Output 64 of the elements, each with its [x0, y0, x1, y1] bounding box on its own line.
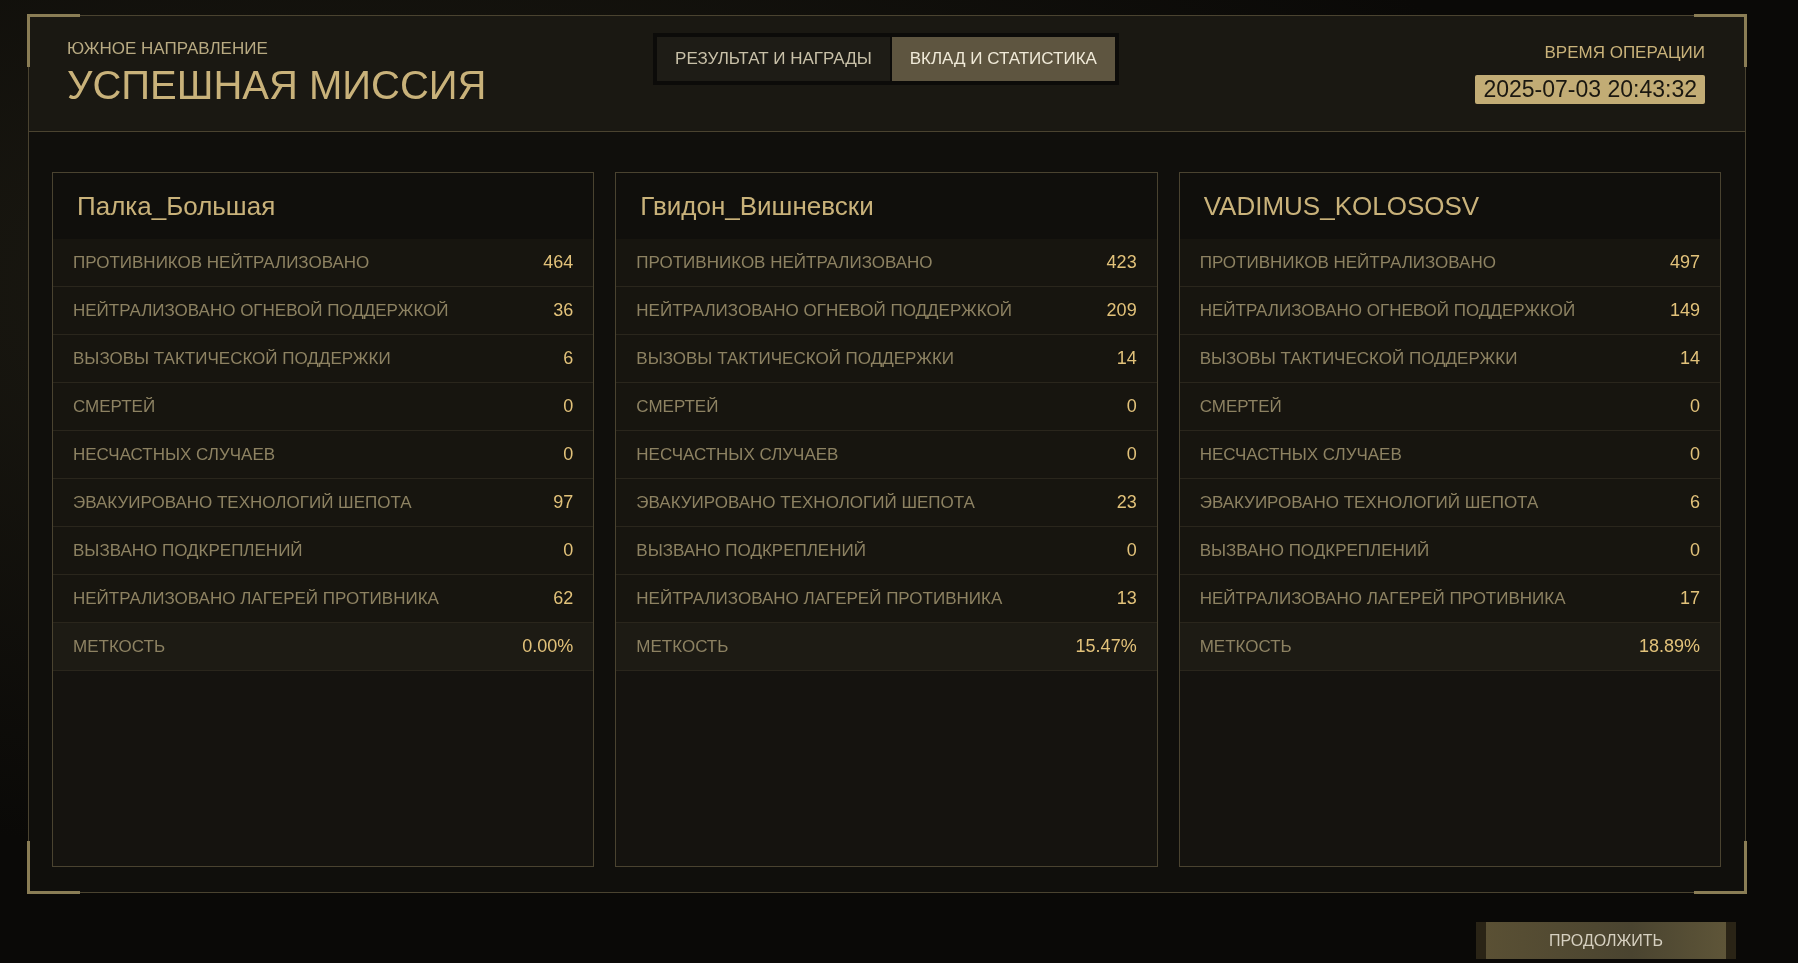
tab[interactable]: ВКЛАД И СТАТИСТИКА [891, 36, 1115, 81]
stat-label: НЕСЧАСТНЫХ СЛУЧАЕВ [636, 444, 839, 465]
stat-value: 209 [1106, 300, 1137, 321]
stat-label: МЕТКОСТЬ [636, 636, 729, 657]
stat-value: 6 [1689, 492, 1700, 513]
mission-region: ЮЖНОЕ НАПРАВЛЕНИЕ [67, 39, 269, 59]
stat-value: 497 [1669, 252, 1700, 273]
stat-value: 0 [1689, 540, 1700, 561]
stat-label: МЕТКОСТЬ [1199, 636, 1292, 657]
stat-label: СМЕРТЕЙ [1199, 396, 1282, 417]
stat-label: НЕЙТРАЛИЗОВАНО ЛАГЕРЕЙ ПРОТИВНИКА [1199, 588, 1566, 609]
stat-label: НЕСЧАСТНЫХ СЛУЧАЕВ [73, 444, 276, 465]
stat-value: 18.89% [1638, 636, 1700, 657]
player-name: Палка_Большая [53, 173, 594, 239]
stat-label: НЕЙТРАЛИЗОВАНО ОГНЕВОЙ ПОДДЕРЖКОЙ [1199, 300, 1576, 321]
stat-label: ВЫЗОВЫ ТАКТИЧЕСКОЙ ПОДДЕРЖКИ [1199, 348, 1518, 369]
stat-value: 0 [563, 540, 574, 561]
stat-value: 464 [543, 252, 574, 273]
stat-value: 36 [553, 300, 574, 321]
mission-title: УСПЕШНАЯ МИССИЯ [67, 63, 488, 108]
stat-label: ЭВАКУИРОВАНО ТЕХНОЛОГИЙ ШЕПОТА [636, 492, 975, 513]
stat-value: 0 [1126, 396, 1137, 417]
stat-value: 0 [1126, 540, 1137, 561]
stat-label: ВЫЗОВЫ ТАКТИЧЕСКОЙ ПОДДЕРЖКИ [636, 348, 954, 369]
stat-value: 23 [1116, 492, 1137, 513]
stat-label: НЕЙТРАЛИЗОВАНО ЛАГЕРЕЙ ПРОТИВНИКА [73, 588, 439, 609]
stat-label: ЭВАКУИРОВАНО ТЕХНОЛОГИЙ ШЕПОТА [1199, 492, 1539, 513]
stat-label: ЭВАКУИРОВАНО ТЕХНОЛОГИЙ ШЕПОТА [73, 492, 412, 513]
tab[interactable]: РЕЗУЛЬТАТ И НАГРАДЫ [657, 36, 890, 81]
stat-value: 423 [1106, 252, 1137, 273]
stat-label: НЕЙТРАЛИЗОВАНО ЛАГЕРЕЙ ПРОТИВНИКА [636, 588, 1003, 609]
stat-value: 0 [563, 396, 574, 417]
stat-value: 0 [1126, 444, 1137, 465]
player-name: Гвидон_Вишневски [616, 173, 1157, 239]
stat-label: ВЫЗОВЫ ТАКТИЧЕСКОЙ ПОДДЕРЖКИ [73, 348, 391, 369]
stat-label: НЕСЧАСТНЫХ СЛУЧАЕВ [1199, 444, 1402, 465]
stat-label: ПРОТИВНИКОВ НЕЙТРАЛИЗОВАНО [73, 252, 370, 273]
stat-value: 0 [1689, 396, 1700, 417]
stat-value: 0.00% [522, 636, 574, 657]
player-name: VADIMUS_KOLOSOSV [1179, 173, 1720, 239]
stat-label: СМЕРТЕЙ [73, 396, 156, 417]
time-value: 2025-07-03 20:43:32 [1475, 75, 1705, 104]
stat-label: НЕЙТРАЛИЗОВАНО ОГНЕВОЙ ПОДДЕРЖКОЙ [73, 300, 449, 321]
stat-value: 14 [1679, 348, 1700, 369]
stat-label: ВЫЗВАНО ПОДКРЕПЛЕНИЙ [636, 540, 866, 561]
stat-value: 0 [563, 444, 574, 465]
stat-label: СМЕРТЕЙ [636, 396, 719, 417]
stat-value: 149 [1669, 300, 1700, 321]
continue-button[interactable]: ПРОДОЛЖИТЬ [1476, 922, 1736, 959]
stat-value: 14 [1116, 348, 1137, 369]
time-label: ВРЕМЯ ОПЕРАЦИИ [1544, 43, 1705, 63]
stat-label: МЕТКОСТЬ [73, 636, 166, 657]
stat-value: 62 [553, 588, 574, 609]
stat-value: 15.47% [1075, 636, 1137, 657]
stat-value: 6 [563, 348, 574, 369]
stat-label: НЕЙТРАЛИЗОВАНО ОГНЕВОЙ ПОДДЕРЖКОЙ [636, 300, 1012, 321]
stat-label: ВЫЗВАНО ПОДКРЕПЛЕНИЙ [73, 540, 303, 561]
stat-label: ПРОТИВНИКОВ НЕЙТРАЛИЗОВАНО [1199, 252, 1496, 273]
stat-label: ВЫЗВАНО ПОДКРЕПЛЕНИЙ [1199, 540, 1430, 561]
stat-value: 97 [553, 492, 574, 513]
stat-label: ПРОТИВНИКОВ НЕЙТРАЛИЗОВАНО [636, 252, 933, 273]
stat-value: 0 [1689, 444, 1700, 465]
stat-value: 13 [1116, 588, 1137, 609]
stat-value: 17 [1679, 588, 1700, 609]
